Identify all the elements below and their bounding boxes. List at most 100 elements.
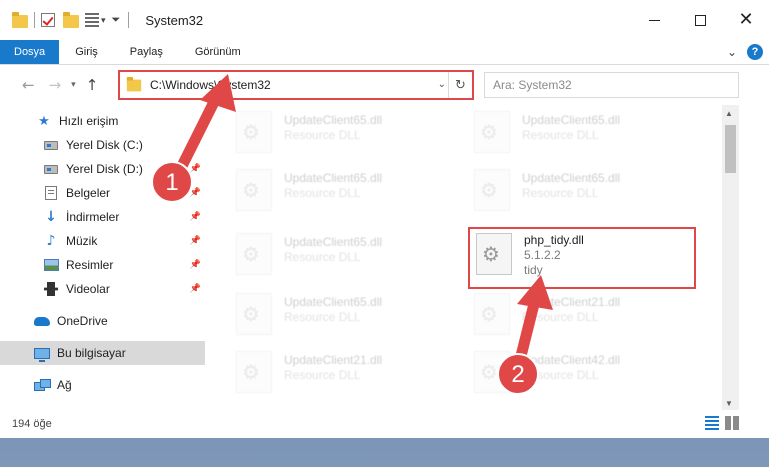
sidebar-item-documents[interactable]: Belgeler 📌 bbox=[0, 181, 205, 205]
properties-check-icon[interactable] bbox=[41, 13, 55, 27]
view-buttons bbox=[705, 416, 739, 430]
chevron-down-icon[interactable]: ▾ bbox=[101, 15, 106, 26]
list-item[interactable]: UpdateClient65.dllResource DLL bbox=[226, 163, 446, 219]
tab-view[interactable]: Görünüm bbox=[179, 40, 257, 64]
list-item[interactable]: UpdateClient65.dllResource DLL bbox=[464, 105, 684, 161]
pin-icon[interactable]: 📌 bbox=[190, 187, 201, 198]
list-item[interactable]: UpdateClient65.dllResource DLL bbox=[226, 227, 446, 283]
close-button[interactable]: ✕ bbox=[723, 0, 769, 40]
tiles-view-icon[interactable] bbox=[725, 416, 739, 430]
sidebar-item-label: Bu bilgisayar bbox=[57, 346, 126, 360]
item-count: 194 öğe bbox=[12, 418, 52, 430]
dll-file-icon bbox=[474, 111, 510, 153]
sidebar-item-videos[interactable]: Videolar 📌 bbox=[0, 277, 205, 301]
refresh-icon[interactable]: ↻ bbox=[448, 72, 472, 98]
details-view-icon[interactable] bbox=[705, 416, 719, 430]
tab-file[interactable]: Dosya bbox=[0, 40, 60, 64]
explorer-window: ▾ ⏷ System32 ✕ Dosya Giriş Paylaş Görünü… bbox=[0, 0, 769, 438]
pin-icon[interactable]: 📌 bbox=[190, 283, 201, 294]
customize-toolbar-icon[interactable]: ⏷ bbox=[112, 14, 121, 27]
file-description: Resource DLL bbox=[284, 186, 361, 200]
dll-file-icon bbox=[236, 293, 272, 335]
tab-share[interactable]: Paylaş bbox=[114, 40, 179, 64]
address-path[interactable]: C:\Windows\System32 bbox=[150, 78, 271, 92]
network-icon bbox=[34, 377, 51, 393]
search-placeholder: Ara: System32 bbox=[493, 78, 572, 92]
scroll-up-icon[interactable]: ▲ bbox=[725, 109, 733, 118]
dll-file-icon bbox=[236, 111, 272, 153]
help-icon[interactable]: ? bbox=[747, 44, 763, 60]
chevron-down-icon[interactable]: ⌄ bbox=[438, 79, 446, 90]
list-item[interactable]: UpdateClient42.dllResource DLL bbox=[464, 345, 684, 401]
sidebar-item-label: Ağ bbox=[57, 378, 72, 392]
sidebar-item-label: Yerel Disk (D:) bbox=[66, 162, 143, 176]
back-arrow-icon[interactable]: ← bbox=[22, 76, 35, 94]
scroll-thumb[interactable] bbox=[725, 125, 736, 173]
toolbar-divider bbox=[34, 12, 35, 28]
file-description: Resource DLL bbox=[284, 310, 361, 324]
music-icon: ♪ bbox=[46, 233, 56, 249]
new-folder-icon[interactable] bbox=[63, 12, 79, 28]
list-icon[interactable] bbox=[85, 13, 99, 27]
close-icon: ✕ bbox=[738, 9, 754, 30]
maximize-button[interactable] bbox=[677, 0, 723, 40]
list-item[interactable]: UpdateClient21.dllResource DLL bbox=[464, 287, 684, 343]
quick-access-toolbar: ▾ ⏷ bbox=[12, 0, 135, 40]
file-name: UpdateClient65.dll bbox=[284, 113, 383, 127]
status-bar: 194 öğe bbox=[0, 410, 769, 438]
scroll-down-icon[interactable]: ▼ bbox=[725, 399, 733, 408]
pin-icon[interactable]: 📌 bbox=[190, 139, 201, 150]
pin-icon[interactable]: 📌 bbox=[190, 259, 201, 270]
file-name: UpdateClient65.dll bbox=[284, 171, 383, 185]
sidebar-item-network[interactable]: Ağ bbox=[0, 373, 205, 397]
dll-file-icon bbox=[474, 351, 510, 393]
vertical-scrollbar[interactable]: ▲ ▼ bbox=[722, 105, 739, 410]
recent-locations-chevron-icon[interactable]: ▾ bbox=[71, 80, 76, 90]
folder-icon bbox=[12, 12, 28, 28]
sidebar-item-this-pc[interactable]: Bu bilgisayar bbox=[0, 341, 205, 365]
file-name: UpdateClient65.dll bbox=[284, 295, 383, 309]
window-title: System32 bbox=[145, 12, 204, 28]
sidebar-item-onedrive[interactable]: OneDrive bbox=[0, 309, 205, 333]
search-input[interactable]: Ara: System32 bbox=[484, 72, 739, 98]
sidebar-item-downloads[interactable]: ↓ İndirmeler 📌 bbox=[0, 205, 205, 229]
file-description: Resource DLL bbox=[284, 368, 361, 382]
ribbon-tabs: Dosya Giriş Paylaş Görünüm ⌄ ? bbox=[0, 40, 769, 65]
sidebar-item-pictures[interactable]: Resimler 📌 bbox=[0, 253, 205, 277]
list-item[interactable]: UpdateClient65.dllResource DLL bbox=[226, 287, 446, 343]
address-bar[interactable]: C:\Windows\System32 ⌄ ↻ bbox=[118, 70, 474, 100]
file-name: UpdateClient65.dll bbox=[522, 113, 621, 127]
window-controls: ✕ bbox=[631, 0, 769, 40]
sidebar-item-label: Yerel Disk (C:) bbox=[66, 138, 143, 152]
sidebar-item-quick-access[interactable]: ★ Hızlı erişim bbox=[0, 109, 205, 133]
file-description: Resource DLL bbox=[522, 128, 599, 142]
star-icon: ★ bbox=[38, 113, 50, 129]
sidebar-item-disk-c[interactable]: Yerel Disk (C:) 📌 bbox=[0, 133, 205, 157]
dll-file-icon bbox=[474, 169, 510, 211]
list-item[interactable]: UpdateClient65.dllResource DLL bbox=[464, 163, 684, 219]
sidebar-item-music[interactable]: ♪ Müzik 📌 bbox=[0, 229, 205, 253]
list-item[interactable]: UpdateClient65.dllResource DLL bbox=[226, 105, 446, 161]
minimize-icon bbox=[648, 19, 660, 21]
minimize-button[interactable] bbox=[631, 0, 677, 40]
forward-arrow-icon[interactable]: → bbox=[49, 76, 62, 94]
chevron-down-icon[interactable]: ⌄ bbox=[727, 45, 737, 59]
up-arrow-icon[interactable]: ↑ bbox=[86, 76, 99, 94]
file-name: UpdateClient65.dll bbox=[522, 171, 621, 185]
video-icon bbox=[43, 281, 59, 297]
pin-icon[interactable]: 📌 bbox=[190, 235, 201, 246]
navigation-pane: ★ Hızlı erişim Yerel Disk (C:) 📌 Yerel D… bbox=[0, 105, 212, 405]
sidebar-item-disk-d[interactable]: Yerel Disk (D:) 📌 bbox=[0, 157, 205, 181]
list-item[interactable]: UpdateClient21.dllResource DLL bbox=[226, 345, 446, 401]
tab-home[interactable]: Giriş bbox=[59, 40, 114, 64]
computer-icon bbox=[34, 345, 50, 362]
file-name: UpdateClient42.dll bbox=[522, 353, 621, 367]
highlight-box bbox=[468, 227, 696, 289]
cloud-icon bbox=[34, 313, 50, 329]
sidebar-item-label: Belgeler bbox=[66, 186, 111, 200]
sidebar-item-label: Resimler bbox=[66, 258, 114, 272]
file-description: Resource DLL bbox=[522, 310, 599, 324]
pin-icon[interactable]: 📌 bbox=[190, 163, 201, 174]
pin-icon[interactable]: 📌 bbox=[190, 211, 201, 222]
download-icon: ↓ bbox=[45, 209, 57, 225]
